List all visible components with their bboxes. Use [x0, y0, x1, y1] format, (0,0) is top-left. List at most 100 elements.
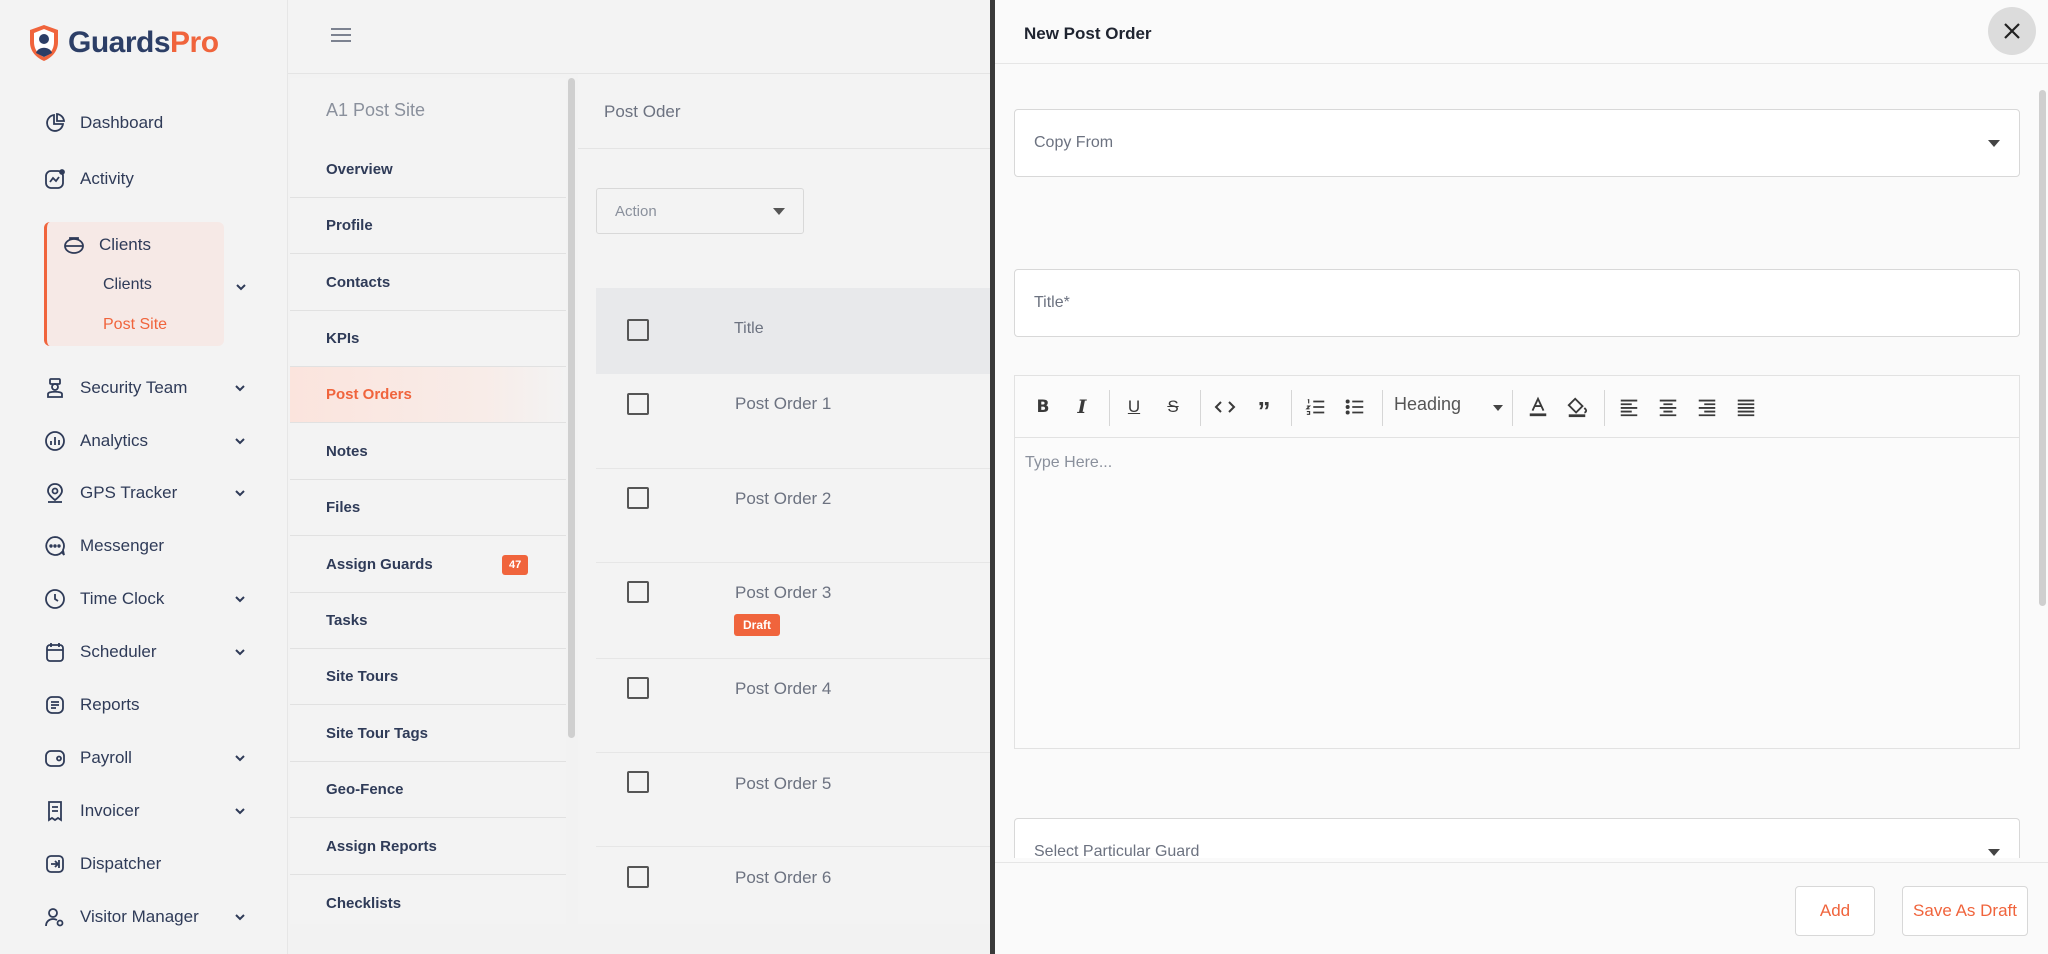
code-icon[interactable]	[1212, 394, 1238, 420]
drawer-title: New Post Order	[1024, 24, 1152, 43]
nav-time-clock[interactable]: Time Clock	[44, 584, 254, 614]
save-as-draft-button[interactable]: Save As Draft	[1902, 886, 2028, 936]
align-left-icon[interactable]	[1616, 394, 1642, 420]
nav-dispatcher[interactable]: Dispatcher	[44, 849, 254, 879]
nav-payroll[interactable]: Payroll	[44, 743, 254, 773]
action-select[interactable]: Action	[596, 188, 804, 234]
close-button[interactable]	[1988, 7, 2036, 55]
main-sidebar: GuardsPro Dashboard Activity Clients Cli…	[0, 0, 288, 954]
table-row-title[interactable]: Post Order 5	[735, 774, 831, 794]
submenu-item-geo-fence[interactable]: Geo-Fence	[290, 762, 566, 818]
title-input[interactable]: Title*	[1014, 269, 2020, 337]
submenu-item-kpis[interactable]: KPIs	[290, 311, 566, 367]
table-row-title[interactable]: Post Order 3	[735, 583, 831, 603]
nav-clients-sub[interactable]: Clients	[103, 276, 152, 294]
chevron-down-icon[interactable]	[234, 911, 246, 923]
row-checkbox[interactable]	[627, 771, 649, 793]
briefcase-icon	[64, 237, 84, 254]
align-justify-icon[interactable]	[1733, 394, 1759, 420]
select-all-checkbox[interactable]	[627, 319, 649, 341]
top-bar	[288, 0, 992, 74]
submenu-item-checklists[interactable]: Checklists	[290, 875, 566, 931]
nav-visitor-manager[interactable]: Visitor Manager	[44, 902, 254, 932]
nav-dashboard[interactable]: Dashboard	[44, 108, 254, 138]
nav-gps-tracker[interactable]: GPS Tracker	[44, 478, 254, 508]
copy-from-select[interactable]: Copy From	[1014, 109, 2020, 177]
brand-logo[interactable]: GuardsPro	[28, 24, 219, 62]
submenu-item-tasks[interactable]: Tasks	[290, 593, 566, 649]
nav-post-site[interactable]: Post Site	[103, 316, 167, 334]
strikethrough-icon[interactable]: S	[1160, 394, 1186, 420]
row-checkbox[interactable]	[627, 487, 649, 509]
nav-security-team[interactable]: Security Team	[44, 373, 254, 403]
underline-icon[interactable]: U	[1121, 394, 1147, 420]
chevron-down-icon[interactable]	[234, 593, 246, 605]
bold-icon[interactable]: B	[1030, 394, 1056, 420]
chevron-down-icon[interactable]	[234, 382, 246, 394]
chevron-down-icon[interactable]	[234, 752, 246, 764]
submenu-item-assign-guards[interactable]: Assign Guards 47	[290, 537, 566, 593]
chevron-down-icon[interactable]	[234, 435, 246, 447]
submenu-scrollbar[interactable]	[568, 78, 575, 738]
row-divider	[596, 658, 992, 659]
close-icon	[2004, 23, 2020, 39]
nav-analytics[interactable]: Analytics	[44, 426, 254, 456]
nav-activity[interactable]: Activity	[44, 164, 254, 194]
align-right-icon[interactable]	[1694, 394, 1720, 420]
table-row-title[interactable]: Post Order 2	[735, 489, 831, 509]
fill-color-icon[interactable]	[1564, 394, 1590, 420]
toolbar-separator	[1200, 390, 1201, 426]
wallet-icon	[45, 750, 65, 767]
bullet-list-icon[interactable]	[1342, 394, 1368, 420]
submenu-item-assign-reports[interactable]: Assign Reports	[290, 819, 566, 875]
nav-scheduler[interactable]: Scheduler	[44, 637, 254, 667]
chevron-down-icon[interactable]	[234, 805, 246, 817]
rich-text-editor: B I U S ” Heading Type Here...	[1014, 375, 2020, 749]
text-color-icon[interactable]	[1525, 394, 1551, 420]
nav-clients[interactable]: Clients	[63, 234, 151, 256]
submenu-item-post-orders[interactable]: Post Orders	[290, 367, 566, 423]
add-button[interactable]: Add	[1795, 886, 1875, 936]
drawer-scrollbar[interactable]	[2039, 90, 2046, 606]
align-center-icon[interactable]	[1655, 394, 1681, 420]
chevron-down-icon[interactable]	[235, 281, 247, 293]
submenu-item-files[interactable]: Files	[290, 480, 566, 536]
row-divider	[596, 468, 992, 469]
submenu-item-profile[interactable]: Profile	[290, 198, 566, 254]
hamburger-menu-icon[interactable]	[330, 26, 352, 44]
heading-select[interactable]: Heading	[1394, 394, 1461, 415]
submenu-item-site-tour-tags[interactable]: Site Tour Tags	[290, 706, 566, 762]
chevron-down-icon[interactable]	[234, 487, 246, 499]
count-badge: 47	[502, 555, 529, 575]
italic-icon[interactable]: I	[1069, 394, 1095, 420]
table-header: Title	[596, 288, 992, 374]
toolbar-separator	[1109, 390, 1110, 426]
page-title: Post Oder	[604, 102, 681, 121]
chevron-down-icon[interactable]	[234, 646, 246, 658]
row-divider	[596, 752, 992, 753]
submenu-item-contacts[interactable]: Contacts	[290, 255, 566, 311]
drawer-header: New Post Order	[995, 0, 2048, 64]
caret-down-icon	[1988, 140, 2000, 147]
submenu-item-overview[interactable]: Overview	[290, 142, 566, 198]
editor-body[interactable]: Type Here...	[1025, 454, 1112, 472]
row-checkbox[interactable]	[627, 866, 649, 888]
row-checkbox[interactable]	[627, 393, 649, 415]
nav-invoicer[interactable]: Invoicer	[44, 796, 254, 826]
row-checkbox[interactable]	[627, 677, 649, 699]
select-guard-field[interactable]: Select Particular Guard	[1014, 818, 2020, 858]
submenu-item-notes[interactable]: Notes	[290, 424, 566, 480]
dispatch-icon	[46, 855, 64, 873]
nav-reports[interactable]: Reports	[44, 690, 254, 720]
table-row-title[interactable]: Post Order 1	[735, 394, 831, 414]
editor-toolbar: B I U S ” Heading	[1015, 376, 2019, 438]
table-row-title[interactable]: Post Order 6	[735, 868, 831, 888]
nav-messenger[interactable]: Messenger	[44, 531, 254, 561]
table-row-title[interactable]: Post Order 4	[735, 679, 831, 699]
caret-down-icon	[773, 208, 785, 215]
toolbar-separator	[1291, 390, 1292, 426]
row-checkbox[interactable]	[627, 581, 649, 603]
submenu-item-site-tours[interactable]: Site Tours	[290, 649, 566, 705]
quote-icon[interactable]: ”	[1251, 394, 1277, 424]
ordered-list-icon[interactable]	[1303, 394, 1329, 420]
